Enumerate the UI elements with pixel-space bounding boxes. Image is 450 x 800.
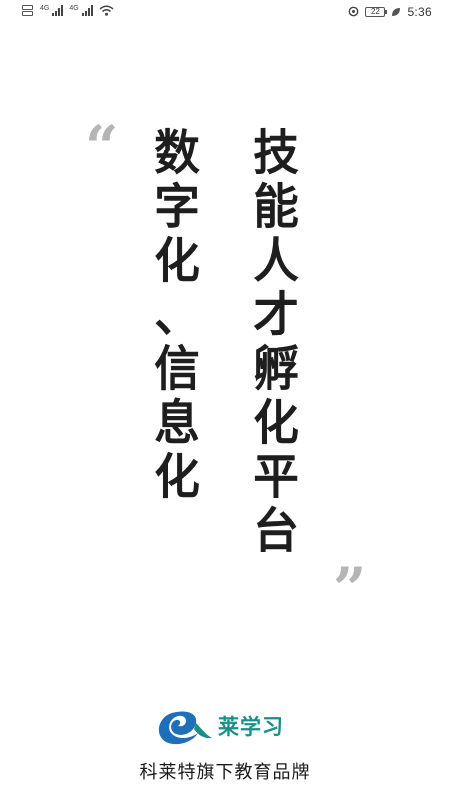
slogan-char: 化 [154,449,200,505]
slogan-char: 孵 [253,341,299,397]
slogan-char: 息 [154,395,200,451]
slogan-right-column: 技 能 人 才 孵 化 平 台 [249,126,303,558]
slogan-char: 化 [154,233,200,289]
logo-swoosh-icon [158,711,212,745]
location-icon [349,6,359,17]
logo-name: 莱学习 [218,715,284,739]
sim-icon [22,5,33,16]
slogan-left-column: 数 字 化 、 信 息 化 [150,126,204,504]
app-logo: 莱学习 [152,705,284,747]
slogan-char: 人 [253,233,299,289]
clock-time: 5:36 [407,5,432,19]
slogan-char: 平 [253,449,299,505]
status-bar: 4G 4G 22 5:36 [0,0,450,26]
slogan-char: 能 [253,179,299,235]
slogan-char: 台 [253,503,299,559]
signal-indicator-1: 4G [40,5,64,16]
leaf-icon [392,8,401,16]
signal-icon [81,5,93,16]
slogan-char: 信 [154,341,200,397]
slogan-char: 才 [253,287,299,343]
slogan-char: 字 [154,179,200,235]
open-quote-mark: “ [85,113,119,181]
signal-indicator-2: 4G [69,5,93,16]
brand-tagline: 科莱特旗下教育品牌 [139,762,311,783]
network-type-label: 4G [40,5,50,12]
status-bar-left: 4G 4G [22,5,114,16]
signal-icon [52,5,64,16]
slogan-char: 技 [253,125,299,181]
close-quote-mark: ” [333,555,367,623]
status-bar-right: 22 5:36 [348,5,432,19]
slogan-char: 、 [154,287,200,343]
battery-icon: 22 [365,7,388,17]
slogan-char: 数 [154,125,200,181]
wifi-icon [99,5,114,16]
network-type-label: 4G [69,5,79,12]
slogan-char: 化 [253,395,299,451]
